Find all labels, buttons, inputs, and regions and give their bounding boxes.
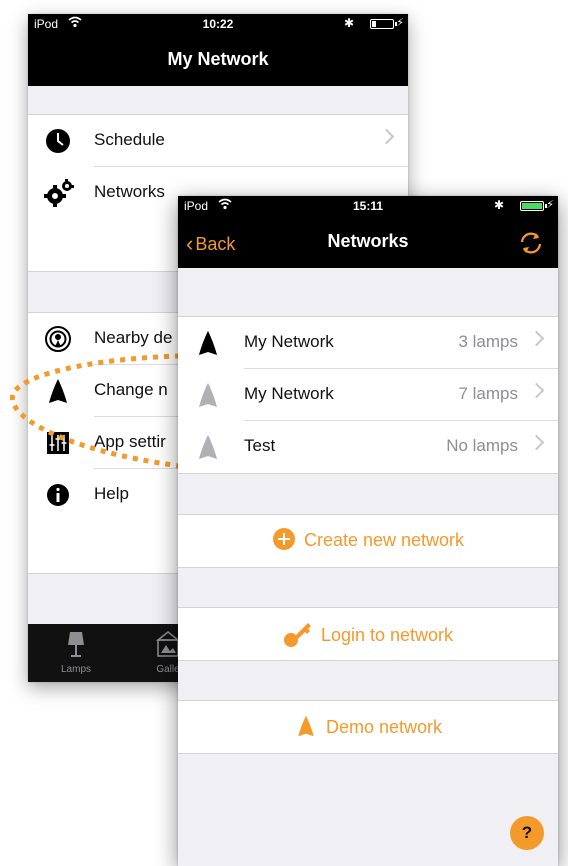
menu-item-label: Schedule [94,130,165,149]
lamp-icon [298,715,314,737]
login-network-label: Login to network [320,624,454,645]
network-row[interactable]: My Network 7 lamps [178,369,558,421]
callout-dotted-oval [10,353,181,469]
lamp-count: 3 lamps [458,332,518,351]
tab-lamps[interactable]: Lamps [38,630,114,675]
help-button[interactable]: ? [510,816,544,850]
chevron-right-icon [528,382,545,399]
chevron-right-icon [528,434,545,451]
demo-network-button[interactable]: Demo network [178,700,558,754]
lamp-count: 7 lamps [458,384,518,403]
plus-circle-icon [272,528,295,550]
network-row[interactable]: Test No lamps [178,421,558,473]
key-icon [283,623,311,647]
create-network-button[interactable]: Create new network [178,514,558,568]
network-list: My Network 3 lamps My Network 7 lamps Te… [178,316,558,474]
clock-icon [44,127,72,155]
chevron-right-icon [528,330,545,347]
network-name: My Network [244,384,334,403]
status-bar: iPod 10:22 ✱ ⚡ [28,14,408,34]
charging-icon: ⚡ [396,17,404,29]
tab-label: Galle [156,664,180,675]
nav-bar: ‹ Back Networks [178,216,558,268]
lamp-icon [194,329,222,357]
charging-icon: ⚡ [546,199,554,211]
network-name: Test [244,436,276,455]
lamp-icon [194,433,222,461]
demo-network-label: Demo network [325,716,443,737]
login-network-button[interactable]: Login to network [178,607,558,661]
gears-icon [44,179,74,207]
lamp-count: No lamps [446,436,518,455]
bluetooth-icon: ✱ [343,16,354,30]
battery-icon [370,19,397,29]
menu-item-label: Help [94,484,129,503]
battery-icon [520,201,547,211]
page-title: Networks [327,231,409,251]
tab-label: Lamps [60,664,91,675]
network-row[interactable]: My Network 3 lamps [178,317,558,369]
bluetooth-icon: ✱ [493,198,504,212]
nav-bar: My Network [28,34,408,86]
front-screen: iPod 15:11 ✱ ⚡ ‹ Back Networks My Network… [178,196,558,866]
network-name: My Network [244,332,334,351]
refresh-icon[interactable] [518,230,544,256]
chevron-right-icon [378,128,395,145]
create-network-label: Create new network [303,529,465,550]
status-bar: iPod 15:11 ✱ ⚡ [178,196,558,216]
menu-item-label: Networks [94,182,165,201]
lamp-tab-icon [38,630,114,661]
menu-item-schedule[interactable]: Schedule [28,115,408,167]
info-icon [44,481,72,509]
page-title: My Network [167,49,269,69]
lamp-icon [194,381,222,409]
